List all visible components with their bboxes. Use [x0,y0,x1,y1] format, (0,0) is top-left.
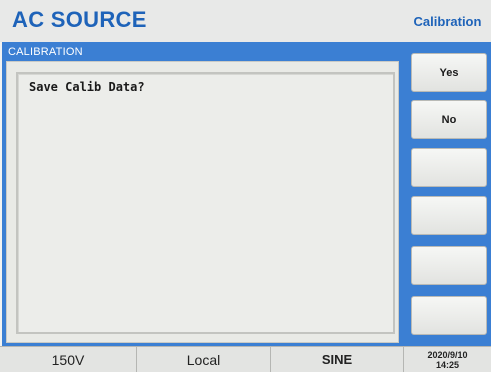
softkey-3[interactable] [411,148,487,187]
softkey-6[interactable] [411,296,487,335]
header-bar: AC SOURCE [0,0,404,42]
softkey-4[interactable] [411,196,487,235]
status-time: 14:25 [435,359,460,370]
panel-content: Save Calib Data? [6,61,399,343]
app-title: AC SOURCE [12,7,147,32]
status-clock: 2020/9/10 14:25 [404,347,491,372]
status-control-mode: Local [137,347,271,372]
status-date: 2020/9/10 [427,349,468,360]
status-voltage-range: 150V [0,347,137,372]
no-button[interactable]: No [411,100,487,139]
status-bar: 150V Local SINE 2020/9/10 14:25 [0,346,491,372]
instrument-screen: AC SOURCE Calibration CALIBRATION Save C… [0,0,491,372]
panel-title: CALIBRATION [8,46,83,58]
softkey-5[interactable] [411,246,487,285]
softkey-column: Yes No [404,42,491,346]
yes-button[interactable]: Yes [411,53,487,92]
status-waveform: SINE [271,347,404,372]
calibration-panel: CALIBRATION Save Calib Data? [2,42,404,346]
confirm-message: Save Calib Data? [29,80,145,94]
mode-title: Calibration [404,0,491,42]
message-box: Save Calib Data? [16,72,395,334]
